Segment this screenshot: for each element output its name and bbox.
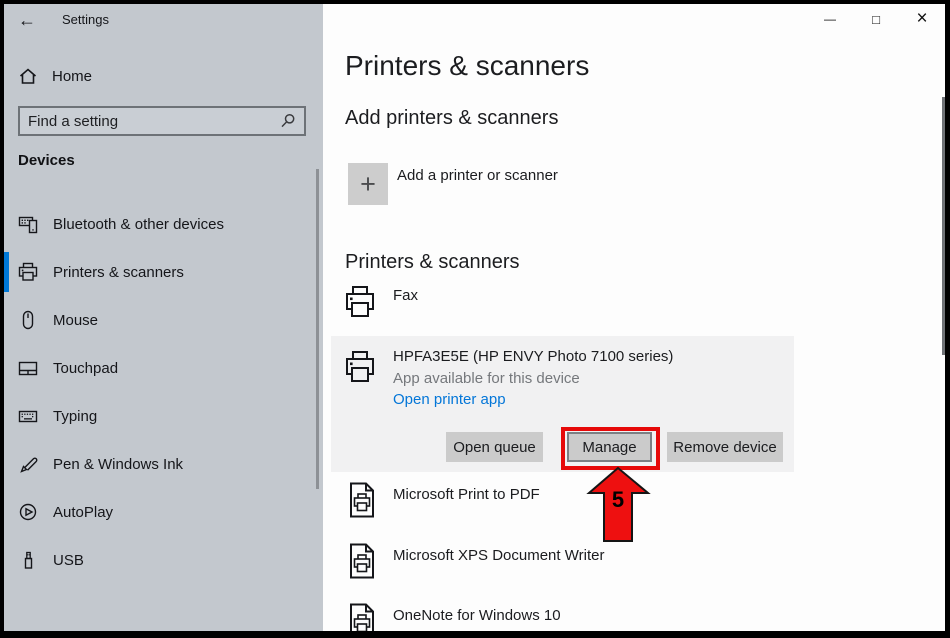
plus-icon: + (360, 169, 376, 200)
sidebar-item-touchpad[interactable]: Touchpad (4, 344, 323, 392)
page-title: Printers & scanners (345, 50, 589, 82)
xps-writer-icon (348, 543, 376, 579)
sidebar-item-label: Touchpad (53, 360, 118, 377)
keyboard-icon (18, 406, 38, 426)
autoplay-icon (18, 502, 38, 522)
window-body: ← Settings Home Devices (4, 4, 945, 631)
sidebar-scrollbar[interactable] (316, 169, 319, 489)
touchpad-icon (18, 358, 38, 378)
onenote-printer-icon (348, 603, 376, 631)
device-name: OneNote for Windows 10 (393, 607, 561, 624)
sidebar-item-label: Mouse (53, 312, 98, 329)
sidebar-item-label: Bluetooth & other devices (53, 216, 224, 233)
printer-icon (18, 262, 38, 282)
sidebar-item-printers[interactable]: Printers & scanners (4, 248, 323, 296)
content-scrollbar[interactable] (942, 97, 945, 355)
minimize-button[interactable]: — (807, 4, 853, 34)
close-button[interactable]: × (899, 4, 945, 34)
maximize-button[interactable]: □ (853, 4, 899, 34)
sidebar-item-label: AutoPlay (53, 504, 113, 521)
window-controls: — □ × (807, 4, 945, 34)
selected-accent-bar (4, 252, 9, 292)
sidebar-item-autoplay[interactable]: AutoPlay (4, 488, 323, 536)
device-name: HPFA3E5E (HP ENVY Photo 7100 series) (393, 348, 673, 365)
add-printer-label[interactable]: Add a printer or scanner (397, 167, 558, 184)
sidebar-section-title: Devices (18, 152, 75, 169)
annotation-highlight-box (561, 427, 660, 470)
sidebar: ← Settings Home Devices (4, 4, 323, 631)
app-title: Settings (62, 12, 109, 27)
sidebar-item-label: USB (53, 552, 84, 569)
sidebar-item-label: Home (52, 68, 92, 85)
sidebar-item-usb[interactable]: USB (4, 536, 323, 584)
open-queue-button[interactable]: Open queue (446, 432, 543, 462)
sidebar-item-label: Typing (53, 408, 97, 425)
add-printer-button[interactable]: + (348, 163, 388, 205)
search-input[interactable] (20, 113, 280, 130)
sidebar-item-mouse[interactable]: Mouse (4, 296, 323, 344)
add-section-heading: Add printers & scanners (345, 107, 558, 130)
print-to-pdf-icon (348, 482, 376, 518)
search-icon[interactable] (280, 113, 296, 129)
mouse-icon (18, 310, 38, 330)
sidebar-item-pen[interactable]: Pen & Windows Ink (4, 440, 323, 488)
settings-window: ← Settings Home Devices (0, 0, 950, 638)
sidebar-item-typing[interactable]: Typing (4, 392, 323, 440)
printer-icon (345, 350, 375, 390)
open-printer-app-link[interactable]: Open printer app (393, 391, 506, 408)
device-name: Microsoft Print to PDF (393, 486, 540, 503)
printer-icon (345, 285, 375, 325)
main-content: — □ × Printers & scanners Add printers &… (323, 4, 945, 631)
sidebar-item-home[interactable]: Home (18, 62, 308, 90)
usb-icon (18, 550, 38, 570)
remove-device-button[interactable]: Remove device (667, 432, 783, 462)
sidebar-item-label: Printers & scanners (53, 264, 184, 281)
annotation-step-number: 5 (612, 487, 624, 512)
device-name: Microsoft XPS Document Writer (393, 547, 604, 564)
home-icon (18, 66, 38, 86)
bluetooth-devices-icon (18, 214, 38, 234)
annotation-arrow-up-icon: 5 (585, 466, 653, 544)
device-name[interactable]: Fax (393, 287, 418, 304)
device-status: App available for this device (393, 370, 580, 387)
sidebar-nav: Bluetooth & other devices Printers & sca… (4, 200, 323, 584)
devices-section-heading: Printers & scanners (345, 251, 520, 274)
sidebar-item-bluetooth[interactable]: Bluetooth & other devices (4, 200, 323, 248)
pen-icon (18, 454, 38, 474)
search-box (18, 106, 306, 136)
back-arrow-icon[interactable]: ← (18, 10, 36, 30)
sidebar-item-label: Pen & Windows Ink (53, 456, 183, 473)
